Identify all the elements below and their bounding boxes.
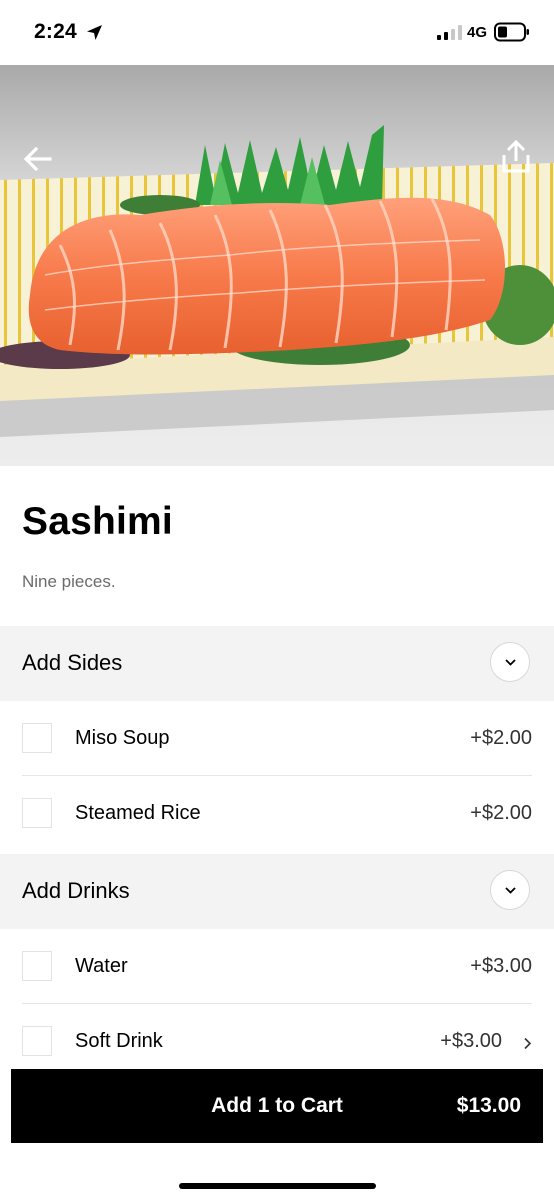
option-label: Miso Soup [75,727,170,749]
add-to-cart-button[interactable]: Add 1 to Cart $13.00 [11,1069,543,1143]
battery-icon [494,22,529,42]
option-label: Soft Drink [75,1030,163,1052]
group-header-sides[interactable]: Add Sides [0,626,554,701]
cart-total: $13.00 [456,1094,521,1117]
signal-icon [437,25,462,40]
collapse-sides-button[interactable] [490,642,530,682]
chevron-right-icon [524,1037,532,1050]
group-title: Add Drinks [22,878,130,903]
group-title: Add Sides [22,650,123,675]
option-price: +$2.00 [470,727,532,749]
option-row-miso-soup[interactable]: Miso Soup +$2.00 [0,701,554,776]
checkbox[interactable] [22,1026,52,1056]
item-description: Nine pieces. [22,572,116,591]
back-arrow-icon[interactable] [22,143,54,175]
status-bar: 2:24 4G [0,0,554,65]
checkbox[interactable] [22,798,52,828]
home-indicator[interactable] [179,1183,376,1189]
network-type: 4G [467,24,488,41]
checkbox[interactable] [22,723,52,753]
option-row-steamed-rice[interactable]: Steamed Rice +$2.00 [0,776,554,851]
checkbox[interactable] [22,951,52,981]
chevron-down-icon [505,887,516,894]
option-label: Steamed Rice [75,802,201,824]
salmon-sashimi-photo [0,65,554,466]
group-header-drinks[interactable]: Add Drinks [0,854,554,929]
option-price: +$3.00 [470,955,532,977]
option-row-water[interactable]: Water +$3.00 [0,929,554,1004]
collapse-drinks-button[interactable] [490,870,530,910]
item-title: Sashimi [22,500,173,543]
option-row-soft-drink[interactable]: Soft Drink +$3.00 [0,1004,554,1079]
chevron-down-icon [505,659,516,666]
hero-image [0,65,554,466]
share-icon[interactable] [500,139,532,175]
option-label: Water [75,955,128,977]
option-price: +$2.00 [470,802,532,824]
status-time: 2:24 [34,20,77,43]
location-arrow-icon [87,25,102,40]
option-price: +$3.00 [440,1030,502,1052]
